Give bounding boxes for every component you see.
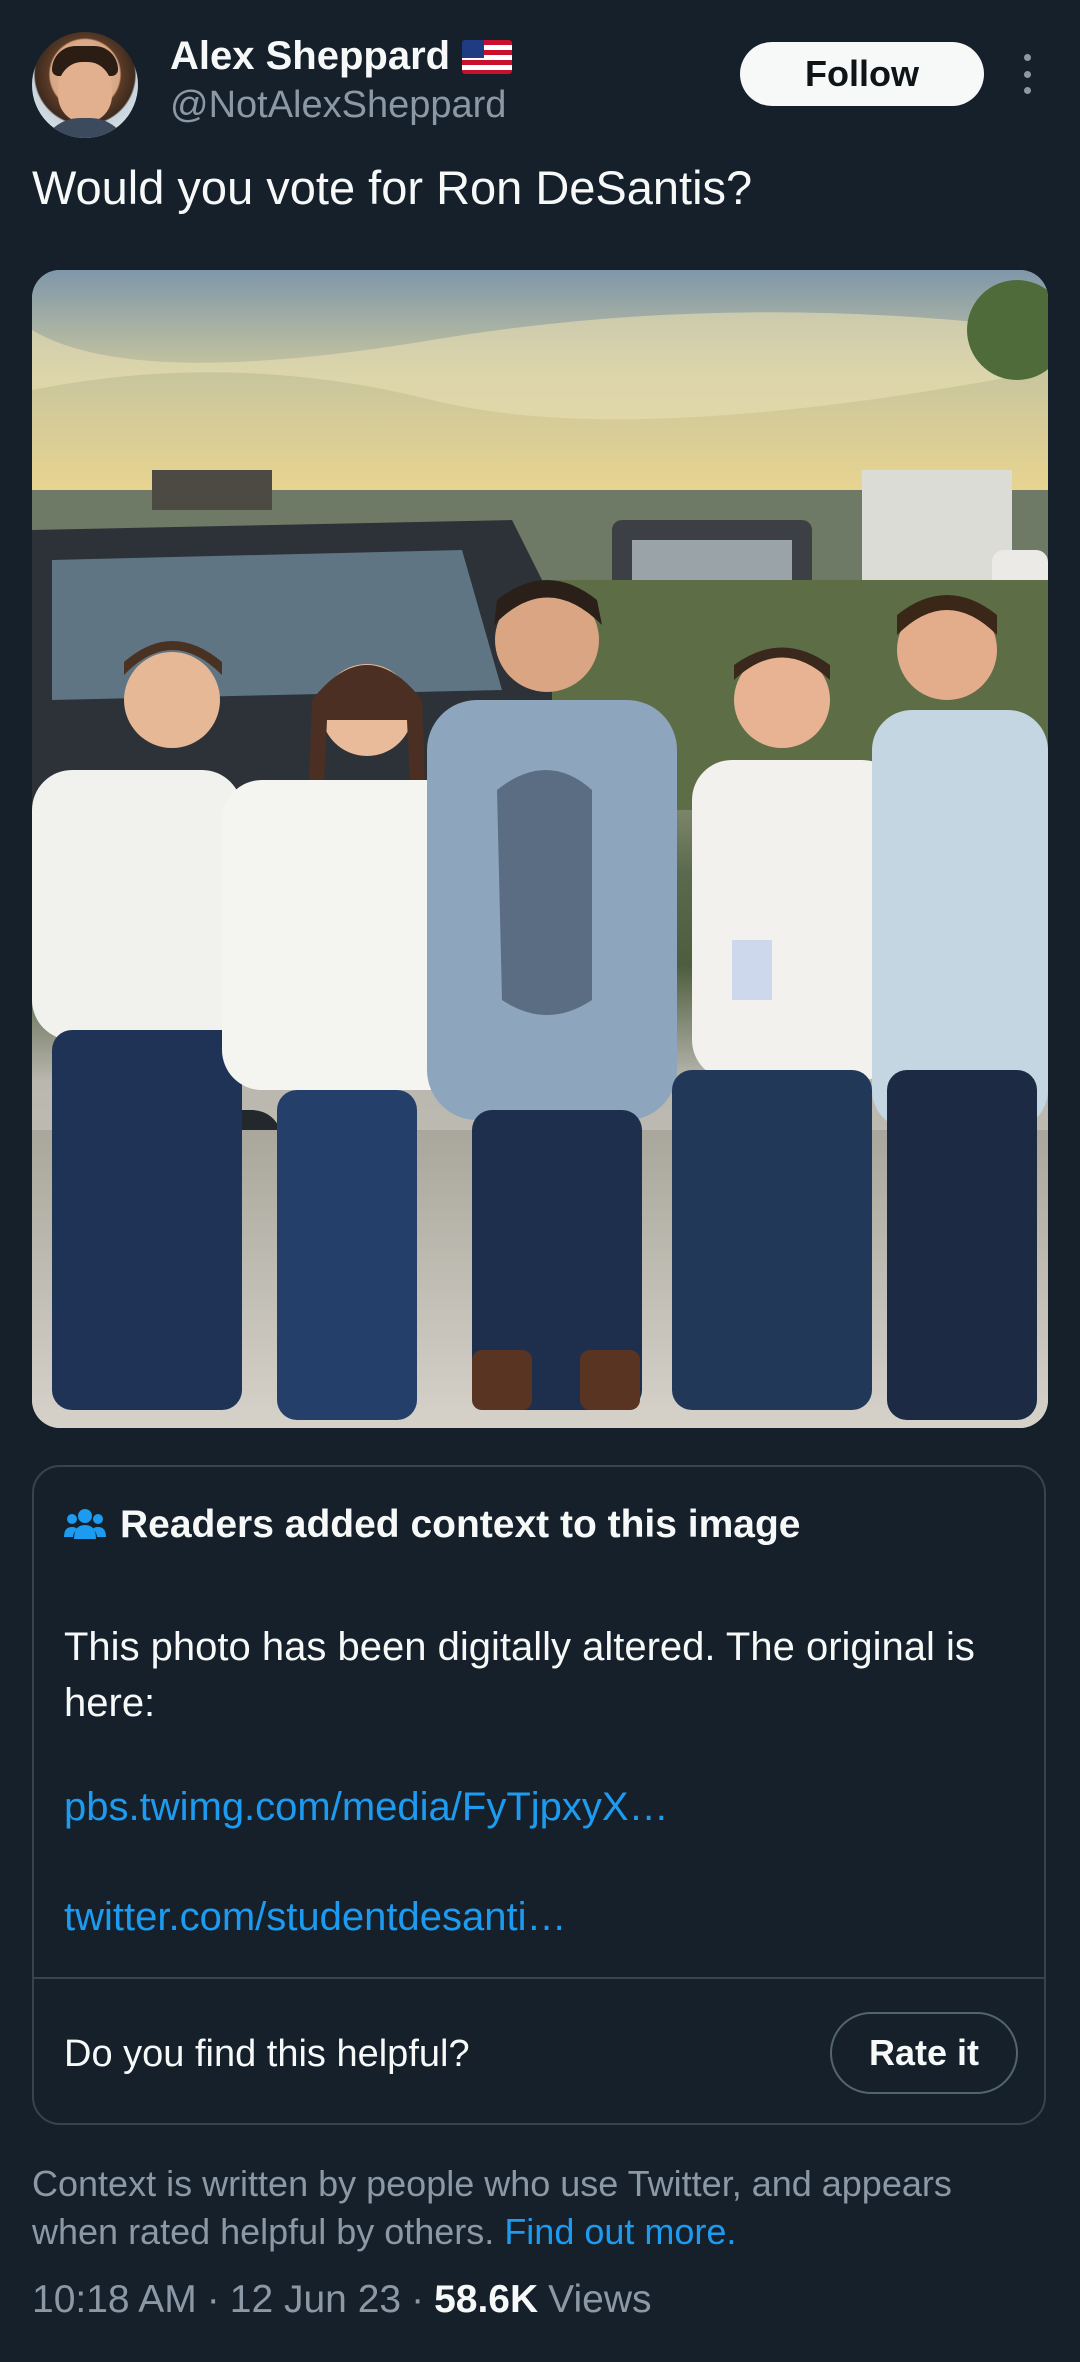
tweet-page: Alex Sheppard @NotAlexSheppard Follow Wo…: [0, 0, 1080, 2362]
tweet-date[interactable]: 12 Jun 23: [230, 2278, 401, 2322]
tweet-text: Would you vote for Ron DeSantis?: [32, 161, 753, 214]
meta-separator: ·: [411, 2278, 425, 2321]
rate-it-button[interactable]: Rate it: [830, 2012, 1018, 2094]
tweet-time[interactable]: 10:18 AM: [32, 2278, 197, 2322]
find-out-more-link[interactable]: Find out more.: [504, 2211, 736, 2252]
author-name-row: Alex Sheppard: [170, 34, 513, 79]
follow-button[interactable]: Follow: [740, 42, 984, 106]
photo-illustration: [32, 270, 1048, 1428]
people-icon: [64, 1509, 106, 1539]
helpful-question: Do you find this helpful?: [64, 2033, 470, 2075]
footer-note-text: Context is written by people who use Twi…: [32, 2163, 952, 2252]
us-flag-icon: [462, 39, 513, 74]
author-handle[interactable]: @NotAlexSheppard: [170, 84, 506, 127]
avatar[interactable]: [32, 32, 138, 138]
community-note-title: Readers added context to this image: [120, 1503, 801, 1546]
divider: [34, 1977, 1044, 1979]
community-note-header: Readers added context to this image: [64, 1503, 801, 1547]
views-count[interactable]: 58.6K: [434, 2278, 538, 2322]
avatar-face: [58, 62, 112, 122]
community-note-card: Readers added context to this image This…: [32, 1465, 1046, 2125]
more-options-icon[interactable]: [1016, 54, 1038, 94]
views-label: Views: [548, 2278, 652, 2321]
author-display-name[interactable]: Alex Sheppard: [170, 34, 450, 79]
meta-separator: ·: [206, 2278, 220, 2321]
tweet-photo[interactable]: [32, 270, 1048, 1428]
note-link-original-tweet[interactable]: twitter.com/studentdesanti…: [64, 1895, 566, 1940]
note-link-original-image[interactable]: pbs.twimg.com/media/FyTjpxyX…: [64, 1785, 669, 1830]
community-note-footer: Context is written by people who use Twi…: [32, 2160, 1042, 2256]
community-note-body: This photo has been digitally altered. T…: [64, 1625, 975, 1725]
tweet-meta: 10:18 AM · 12 Jun 23 · 58.6K Views: [32, 2278, 652, 2322]
avatar-shirt: [40, 118, 130, 138]
person-5: [872, 595, 1048, 1420]
